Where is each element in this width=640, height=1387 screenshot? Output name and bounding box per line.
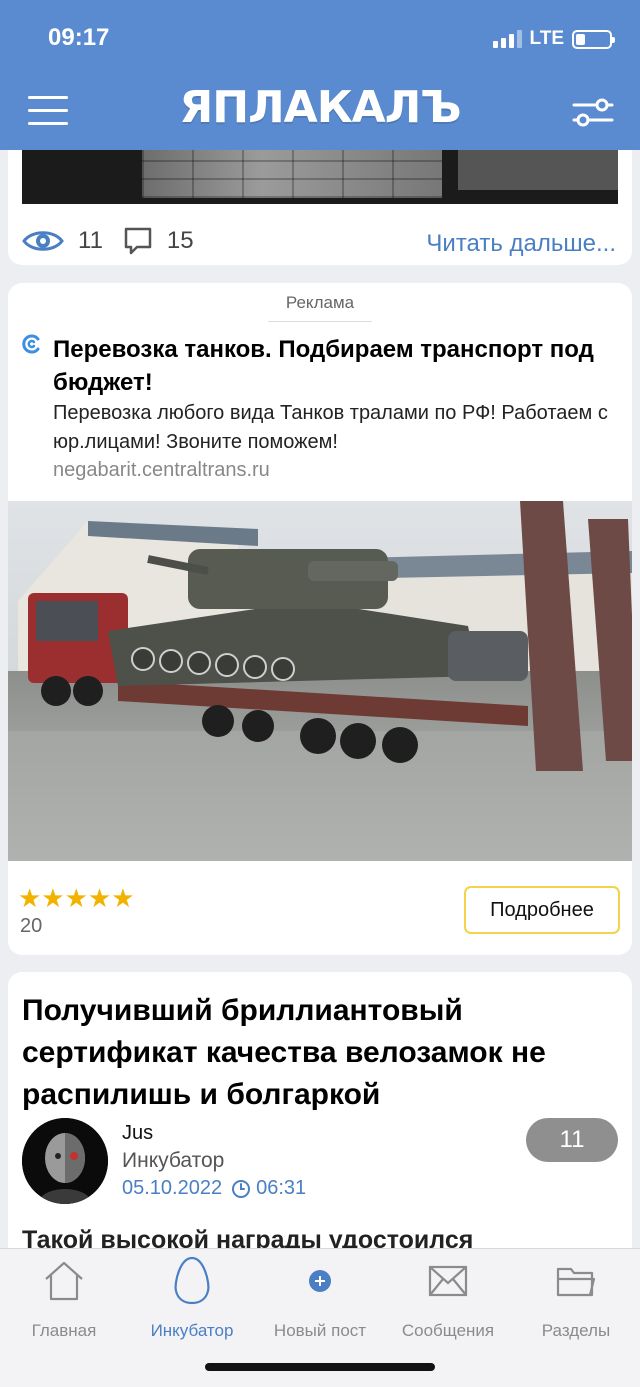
home-indicator bbox=[205, 1363, 435, 1371]
app-header: 09:17 LTE ЯПЛАКАЛЪ bbox=[0, 0, 640, 150]
nav-new-post[interactable]: Новый пост bbox=[256, 1259, 384, 1340]
avatar[interactable] bbox=[22, 1118, 108, 1204]
views-count: 11 bbox=[78, 227, 103, 254]
bottom-nav: Главная Инкубатор Новый пост Сообщения Р… bbox=[0, 1248, 640, 1387]
ad-image-tank-transport[interactable] bbox=[8, 501, 632, 861]
folder-icon bbox=[556, 1267, 596, 1297]
details-button[interactable]: Подробнее bbox=[464, 886, 620, 934]
nav-incubator[interactable]: Инкубатор bbox=[128, 1256, 256, 1340]
plus-icon bbox=[309, 1270, 331, 1292]
nav-sections-label: Разделы bbox=[541, 1321, 611, 1340]
nav-new-post-label: Новый пост bbox=[273, 1321, 367, 1340]
ad-title[interactable]: Перевозка танков. Подбираем транспорт по… bbox=[53, 333, 613, 399]
ad-card[interactable]: Реклама Перевозка танков. Подбираем тран… bbox=[8, 283, 632, 955]
hamburger-icon[interactable] bbox=[28, 96, 68, 128]
post-image[interactable] bbox=[22, 150, 618, 204]
rating-stars: ★★★★★ bbox=[18, 883, 135, 913]
envelope-icon bbox=[428, 1265, 468, 1297]
nav-home-label: Главная bbox=[31, 1321, 97, 1340]
comments-count: 15 bbox=[166, 227, 194, 254]
eye-icon bbox=[22, 231, 64, 251]
signal-icon bbox=[492, 30, 522, 48]
ad-domain[interactable]: negabarit.centraltrans.ru bbox=[53, 459, 270, 482]
comment-icon bbox=[124, 227, 152, 255]
nav-home[interactable]: Главная bbox=[0, 1259, 128, 1340]
read-more-link[interactable]: Читать дальше... bbox=[426, 230, 616, 258]
post-card: Получивший бриллиантовый сертификат каче… bbox=[8, 972, 632, 1272]
ad-label: Реклама bbox=[285, 293, 355, 312]
author-name[interactable]: Jus bbox=[122, 1122, 153, 1145]
post-stats: 11 15 bbox=[22, 226, 214, 256]
site-logo[interactable]: ЯПЛАКАЛЪ bbox=[170, 82, 470, 133]
comments-badge[interactable]: 11 bbox=[526, 1118, 618, 1162]
battery-icon bbox=[572, 29, 615, 49]
network-label: LTE bbox=[529, 28, 564, 49]
nav-incubator-label: Инкубатор bbox=[150, 1321, 234, 1340]
rating-count: 20 bbox=[20, 915, 43, 937]
status-time: 09:17 bbox=[48, 24, 110, 51]
nav-sections[interactable]: Разделы bbox=[512, 1259, 640, 1340]
post-section[interactable]: Инкубатор bbox=[122, 1149, 224, 1173]
advertiser-logo-icon bbox=[22, 334, 40, 354]
sliders-icon[interactable] bbox=[572, 96, 614, 128]
post-time: 06:31 bbox=[256, 1177, 307, 1199]
post-meta: 05.10.2022 06:31 bbox=[122, 1177, 306, 1200]
ad-text: Перевозка любого вида Танков тралами по … bbox=[53, 402, 608, 453]
clock-icon bbox=[232, 1179, 251, 1198]
egg-icon bbox=[174, 1256, 210, 1305]
status-indicators: LTE bbox=[492, 28, 615, 50]
divider bbox=[268, 321, 372, 322]
post-title[interactable]: Получивший бриллиантовый сертификат каче… bbox=[22, 990, 622, 1116]
nav-messages[interactable]: Сообщения bbox=[384, 1259, 512, 1340]
home-icon bbox=[45, 1261, 83, 1301]
nav-messages-label: Сообщения bbox=[401, 1321, 495, 1340]
post-date: 05.10.2022 bbox=[122, 1177, 223, 1199]
post-card-previous: 11 15 Читать дальше... bbox=[8, 150, 632, 265]
